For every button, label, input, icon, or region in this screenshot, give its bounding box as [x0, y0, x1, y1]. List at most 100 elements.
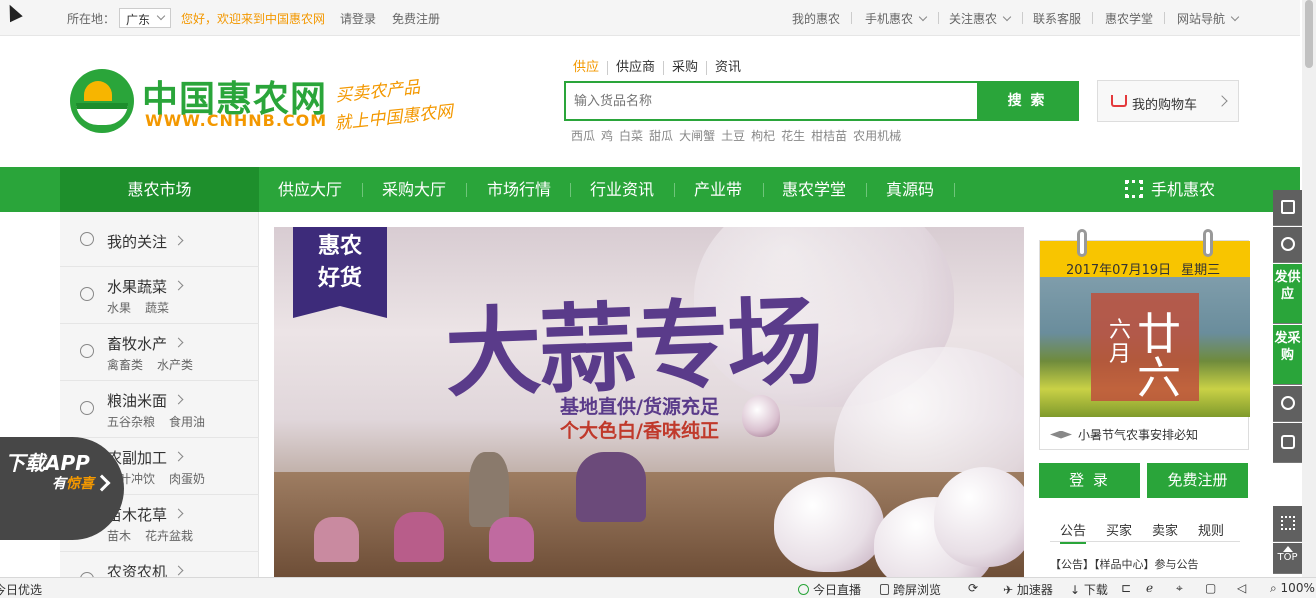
search-input[interactable]: [566, 83, 978, 119]
sidebar-item-label: 粮油米面: [107, 390, 182, 411]
login-button[interactable]: 登 录: [1039, 463, 1140, 498]
logo-icon[interactable]: [70, 69, 134, 133]
welcome-text: 您好，欢迎来到中国惠农网: [181, 12, 326, 26]
chat-shortcut[interactable]: [1273, 423, 1302, 463]
main-nav: 惠农市场 供应大厅 采购大厅 市场行情 行业资讯 产业带 惠农学堂 真源码 手机…: [0, 167, 1300, 212]
nav-industry-belt[interactable]: 产业带: [694, 167, 742, 212]
chevron-right-icon: [1216, 95, 1228, 107]
sidebar-subitems: 苗木 花卉盆栽: [107, 527, 207, 544]
subcategory-link[interactable]: 苗木: [107, 529, 131, 543]
subcategory-link[interactable]: 水果: [107, 301, 131, 315]
status-accelerator[interactable]: ✈ 加速器: [1003, 581, 1053, 598]
sidebar-item-label: 畜牧水产: [107, 333, 182, 354]
hotword[interactable]: 甜瓜: [649, 129, 673, 143]
tab-buyer[interactable]: 买家: [1106, 520, 1132, 539]
calendar-date-text: 2017年07月19日: [1066, 263, 1172, 278]
hotword[interactable]: 白菜: [619, 129, 643, 143]
subcategory-link[interactable]: 食用油: [169, 415, 205, 429]
solar-term-tip[interactable]: 小暑节气农事安排必知: [1050, 426, 1198, 443]
nav-huinong-school[interactable]: 惠农学堂: [782, 167, 846, 212]
city-select[interactable]: 广东: [119, 8, 171, 28]
nav-origin-code[interactable]: 真源码: [886, 167, 934, 212]
hotword[interactable]: 农用机械: [853, 129, 901, 143]
tab-seller[interactable]: 卖家: [1152, 520, 1178, 539]
qr-shortcut[interactable]: [1273, 506, 1302, 542]
follow-huinong-link[interactable]: 关注惠农: [949, 10, 1012, 27]
subcategory-link[interactable]: 禽畜类: [107, 358, 143, 372]
subcategory-link[interactable]: 水产类: [157, 358, 193, 372]
hotword[interactable]: 大闸蟹: [679, 129, 715, 143]
subcategory-link[interactable]: 蔬菜: [145, 301, 169, 315]
hotword[interactable]: 西瓜: [571, 129, 595, 143]
clip-icon[interactable]: ⌖: [1176, 581, 1183, 596]
floating-toolbar: 发供应 发采购 TOP: [1273, 190, 1302, 574]
volume-icon[interactable]: ◁: [1237, 581, 1246, 595]
hotword[interactable]: 土豆: [721, 129, 745, 143]
lunar-month: 六月: [1109, 318, 1132, 367]
subcategory-link[interactable]: 花卉盆栽: [145, 529, 193, 543]
download-app-badge[interactable]: 下载APP 有惊喜: [0, 437, 124, 540]
post-supply-button[interactable]: 发供应: [1273, 264, 1302, 324]
contact-service-link[interactable]: 联系客服: [1033, 10, 1081, 27]
window-icon[interactable]: ▢: [1205, 581, 1216, 595]
tab-announcement[interactable]: 公告: [1060, 520, 1087, 544]
nav-purchase-hall[interactable]: 采购大厅: [382, 167, 446, 212]
zoom-control[interactable]: ⌕ 100%: [1270, 581, 1315, 596]
notice-tabs: 公告 买家 卖家 规则: [1050, 520, 1240, 544]
farmer-figure: [469, 452, 509, 527]
search-button[interactable]: 搜 索: [977, 83, 1077, 119]
hotword[interactable]: 花生: [781, 129, 805, 143]
play-icon: [798, 584, 809, 595]
ie-icon[interactable]: ℯ: [1146, 581, 1153, 595]
scrollbar[interactable]: [1302, 0, 1316, 578]
hotword[interactable]: 枸杞: [751, 129, 775, 143]
calendar-card[interactable]: 2017年07月19日 星期三 六月 廿六 小暑节气农事安排必知: [1039, 229, 1250, 450]
status-live[interactable]: 今日直播: [798, 581, 861, 598]
register-button[interactable]: 免费注册: [1147, 463, 1248, 498]
surprise-prefix: 有: [52, 476, 66, 492]
nav-mobile-huinong[interactable]: 手机惠农: [1125, 167, 1215, 212]
user-shortcut[interactable]: [1273, 227, 1302, 263]
post-purchase-button[interactable]: 发采购: [1273, 325, 1302, 385]
sidebar-item-grain-oil[interactable]: 粮油米面 五谷杂粮 食用油: [60, 381, 259, 438]
subcategory-link[interactable]: 肉蛋奶: [169, 472, 205, 486]
sidebar-toggle-icon[interactable]: ⊏: [1121, 581, 1131, 595]
customer-service-shortcut[interactable]: [1273, 386, 1302, 422]
status-cross-screen[interactable]: 跨屏浏览: [880, 581, 941, 598]
sidebar-item-livestock[interactable]: 畜牧水产 禽畜类 水产类: [60, 324, 259, 381]
nav-industry-news[interactable]: 行业资讯: [590, 167, 654, 212]
mobile-huinong-link[interactable]: 手机惠农: [865, 10, 928, 27]
apple-icon: [80, 287, 94, 301]
cart-label: 我的购物车: [1132, 98, 1198, 113]
back-to-top-button[interactable]: TOP: [1273, 543, 1302, 574]
hotword[interactable]: 鸡: [601, 129, 613, 143]
search-tab-purchase[interactable]: 采购: [664, 61, 708, 75]
nav-supply-hall[interactable]: 供应大厅: [278, 167, 342, 212]
login-link[interactable]: 请登录: [340, 10, 376, 27]
subcategory-link[interactable]: 五谷杂粮: [107, 415, 155, 429]
notice-item[interactable]: 【公告】【样品中心】参与公告: [1050, 556, 1199, 572]
refresh-icon[interactable]: ⟳: [968, 581, 978, 595]
scrollbar-thumb[interactable]: [1305, 0, 1313, 68]
search-tab-news[interactable]: 资讯: [707, 61, 749, 75]
sidebar-item-fruit-veg[interactable]: 水果蔬菜 水果 蔬菜: [60, 267, 259, 324]
status-download[interactable]: ↓ 下载: [1070, 581, 1108, 598]
huinong-school-link[interactable]: 惠农学堂: [1105, 10, 1153, 27]
site-nav-link[interactable]: 网站导航: [1177, 10, 1240, 27]
nav-market[interactable]: 惠农市场: [60, 167, 259, 212]
cart-button[interactable]: 我的购物车: [1097, 80, 1239, 122]
sidebar-item-follow[interactable]: 我的关注: [60, 212, 259, 267]
calendar-ring-icon: [1203, 229, 1213, 257]
tab-rules[interactable]: 规则: [1198, 520, 1224, 539]
register-link[interactable]: 免费注册: [392, 10, 440, 27]
search-tab-supply[interactable]: 供应: [565, 61, 609, 75]
zoom-level: 100%: [1280, 581, 1315, 595]
my-huinong-link[interactable]: 我的惠农: [792, 10, 840, 27]
nav-market-quotes[interactable]: 市场行情: [487, 167, 551, 212]
follow-huinong-label: 关注惠农: [949, 12, 998, 26]
search-tab-supplier[interactable]: 供应商: [608, 61, 665, 75]
status-daily-pick[interactable]: 今日优选: [0, 581, 42, 598]
cart-shortcut[interactable]: [1273, 190, 1302, 226]
hotword[interactable]: 柑桔苗: [811, 129, 847, 143]
nav-mobile-label: 手机惠农: [1151, 180, 1216, 199]
